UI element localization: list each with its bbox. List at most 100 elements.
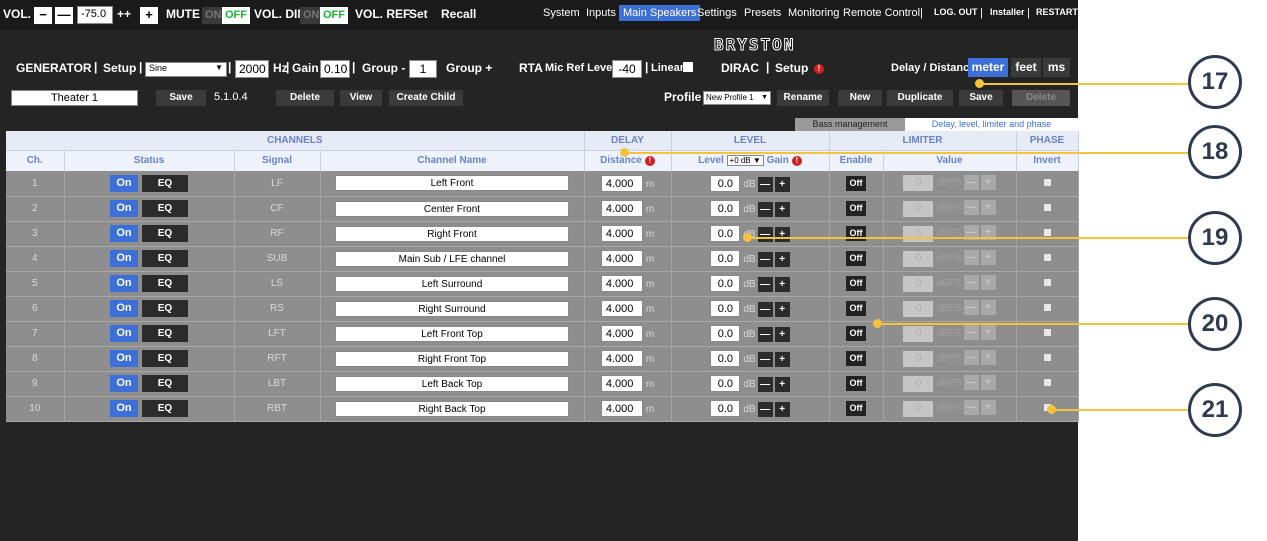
level-input[interactable]: 0.0: [710, 200, 741, 217]
level-plus-button[interactable]: +: [774, 251, 790, 267]
channel-on-button[interactable]: On: [110, 174, 138, 192]
limiter-plus-button[interactable]: +: [980, 300, 996, 316]
phase-invert-checkbox[interactable]: [1043, 204, 1051, 211]
level-input[interactable]: 0.0: [710, 225, 741, 242]
level-plus-button[interactable]: +: [774, 226, 790, 242]
limiter-plus-button[interactable]: +: [980, 275, 996, 291]
channel-on-button[interactable]: On: [110, 225, 138, 242]
distance-input[interactable]: 4.000: [600, 250, 643, 267]
level-minus-button[interactable]: —: [757, 401, 773, 417]
channel-name-input[interactable]: Left Front Top: [335, 325, 569, 342]
level-input[interactable]: 0.0: [710, 400, 741, 417]
nav-settings[interactable]: Settings: [697, 7, 737, 19]
rta-button[interactable]: RTA: [519, 61, 543, 75]
limiter-off-button[interactable]: Off: [846, 201, 866, 216]
channel-name-input[interactable]: Left Surround: [335, 275, 569, 292]
vol-plus-button[interactable]: +: [140, 7, 158, 24]
channel-on-button[interactable]: On: [110, 275, 138, 292]
unit-ms-button[interactable]: ms: [1043, 58, 1070, 77]
new-profile-button[interactable]: New: [838, 90, 882, 106]
channel-on-button[interactable]: On: [110, 300, 138, 317]
limiter-off-button[interactable]: Off: [846, 326, 866, 341]
channel-on-button[interactable]: On: [110, 350, 138, 367]
phase-invert-checkbox[interactable]: [1043, 254, 1051, 261]
profile-save2-button[interactable]: Save: [959, 90, 1003, 106]
limiter-minus-button[interactable]: —: [963, 400, 979, 416]
limiter-value-input[interactable]: 0: [903, 225, 934, 242]
vol-minus-big-button[interactable]: —: [55, 7, 73, 24]
limiter-plus-button[interactable]: +: [980, 350, 996, 366]
limiter-plus-button[interactable]: +: [980, 375, 996, 391]
channel-eq-button[interactable]: EQ: [142, 275, 188, 292]
level-input[interactable]: 0.0: [710, 250, 741, 267]
group-input[interactable]: 1: [409, 60, 437, 78]
installer-button[interactable]: Installer: [990, 7, 1025, 17]
level-plus-button[interactable]: +: [774, 201, 790, 217]
channel-eq-button[interactable]: EQ: [142, 325, 188, 342]
level-input[interactable]: 0.0: [710, 375, 741, 392]
limiter-off-button[interactable]: Off: [846, 376, 866, 391]
nav-remote-control[interactable]: Remote Control: [843, 7, 920, 19]
limiter-off-button[interactable]: Off: [846, 401, 866, 416]
channel-name-input[interactable]: Left Back Top: [335, 375, 569, 392]
phase-invert-checkbox[interactable]: [1043, 354, 1051, 361]
level-select[interactable]: +0 dB ▼: [726, 155, 764, 167]
channel-eq-button[interactable]: EQ: [142, 300, 188, 317]
channel-on-button[interactable]: On: [110, 250, 138, 267]
distance-info-icon[interactable]: !: [644, 156, 655, 167]
profile-delete2-button[interactable]: Delete: [1012, 90, 1070, 106]
distance-input[interactable]: 4.000: [600, 200, 643, 217]
limiter-value-input[interactable]: 0: [903, 275, 934, 292]
level-plus-button[interactable]: +: [774, 301, 790, 317]
group-plus-button[interactable]: Group +: [446, 61, 492, 75]
distance-input[interactable]: 4.000: [600, 400, 643, 417]
group-minus-button[interactable]: Group -: [362, 61, 405, 75]
duplicate-button[interactable]: Duplicate: [887, 90, 953, 106]
voldim-off-toggle[interactable]: OFF: [320, 7, 348, 24]
limiter-minus-button[interactable]: —: [963, 300, 979, 316]
channel-name-input[interactable]: Right Back Top: [335, 400, 569, 417]
phase-invert-checkbox[interactable]: [1043, 304, 1051, 311]
level-input[interactable]: 0.0: [710, 325, 741, 342]
profile-select[interactable]: New Profile 1 ▼: [703, 91, 771, 105]
level-plus-button[interactable]: +: [774, 176, 790, 192]
nav-system[interactable]: System: [543, 7, 580, 19]
profile-name-input[interactable]: Theater 1: [11, 90, 138, 106]
limiter-minus-button[interactable]: —: [963, 350, 979, 366]
phase-invert-checkbox[interactable]: [1043, 379, 1051, 386]
channel-name-input[interactable]: Right Front Top: [335, 350, 569, 367]
distance-input[interactable]: 4.000: [600, 275, 643, 292]
profile-save-button[interactable]: Save: [156, 90, 206, 106]
level-plus-button[interactable]: +: [774, 351, 790, 367]
mute-off-toggle[interactable]: OFF: [222, 7, 250, 24]
linear-checkbox[interactable]: [683, 62, 693, 72]
vol-plus-big-button[interactable]: ++: [117, 7, 131, 21]
level-plus-button[interactable]: +: [774, 326, 790, 342]
limiter-minus-button[interactable]: —: [963, 200, 979, 216]
level-minus-button[interactable]: —: [757, 326, 773, 342]
limiter-value-input[interactable]: 0: [903, 400, 934, 417]
distance-input[interactable]: 4.000: [600, 375, 643, 392]
limiter-plus-button[interactable]: +: [980, 400, 996, 416]
limiter-plus-button[interactable]: +: [980, 200, 996, 216]
rename-button[interactable]: Rename: [777, 90, 829, 106]
channel-eq-button[interactable]: EQ: [142, 400, 188, 417]
channel-on-button[interactable]: On: [110, 400, 138, 417]
distance-input[interactable]: 4.000: [600, 225, 643, 242]
channel-on-button[interactable]: On: [110, 200, 138, 217]
set-button[interactable]: Set: [409, 7, 428, 21]
distance-input[interactable]: 4.000: [600, 325, 643, 342]
gain-input[interactable]: 0.10: [320, 60, 350, 78]
channel-on-button[interactable]: On: [110, 375, 138, 392]
limiter-plus-button[interactable]: +: [980, 175, 996, 191]
limiter-minus-button[interactable]: —: [963, 175, 979, 191]
nav-presets[interactable]: Presets: [744, 7, 781, 19]
level-minus-button[interactable]: —: [757, 276, 773, 292]
generator-setup-button[interactable]: Setup: [103, 61, 136, 75]
tab-bass-management[interactable]: Bass management: [795, 118, 905, 131]
limiter-value-input[interactable]: 0: [903, 375, 934, 392]
limiter-minus-button[interactable]: —: [963, 250, 979, 266]
level-minus-button[interactable]: —: [757, 376, 773, 392]
channel-name-input[interactable]: Right Front: [335, 225, 569, 242]
level-minus-button[interactable]: —: [757, 301, 773, 317]
